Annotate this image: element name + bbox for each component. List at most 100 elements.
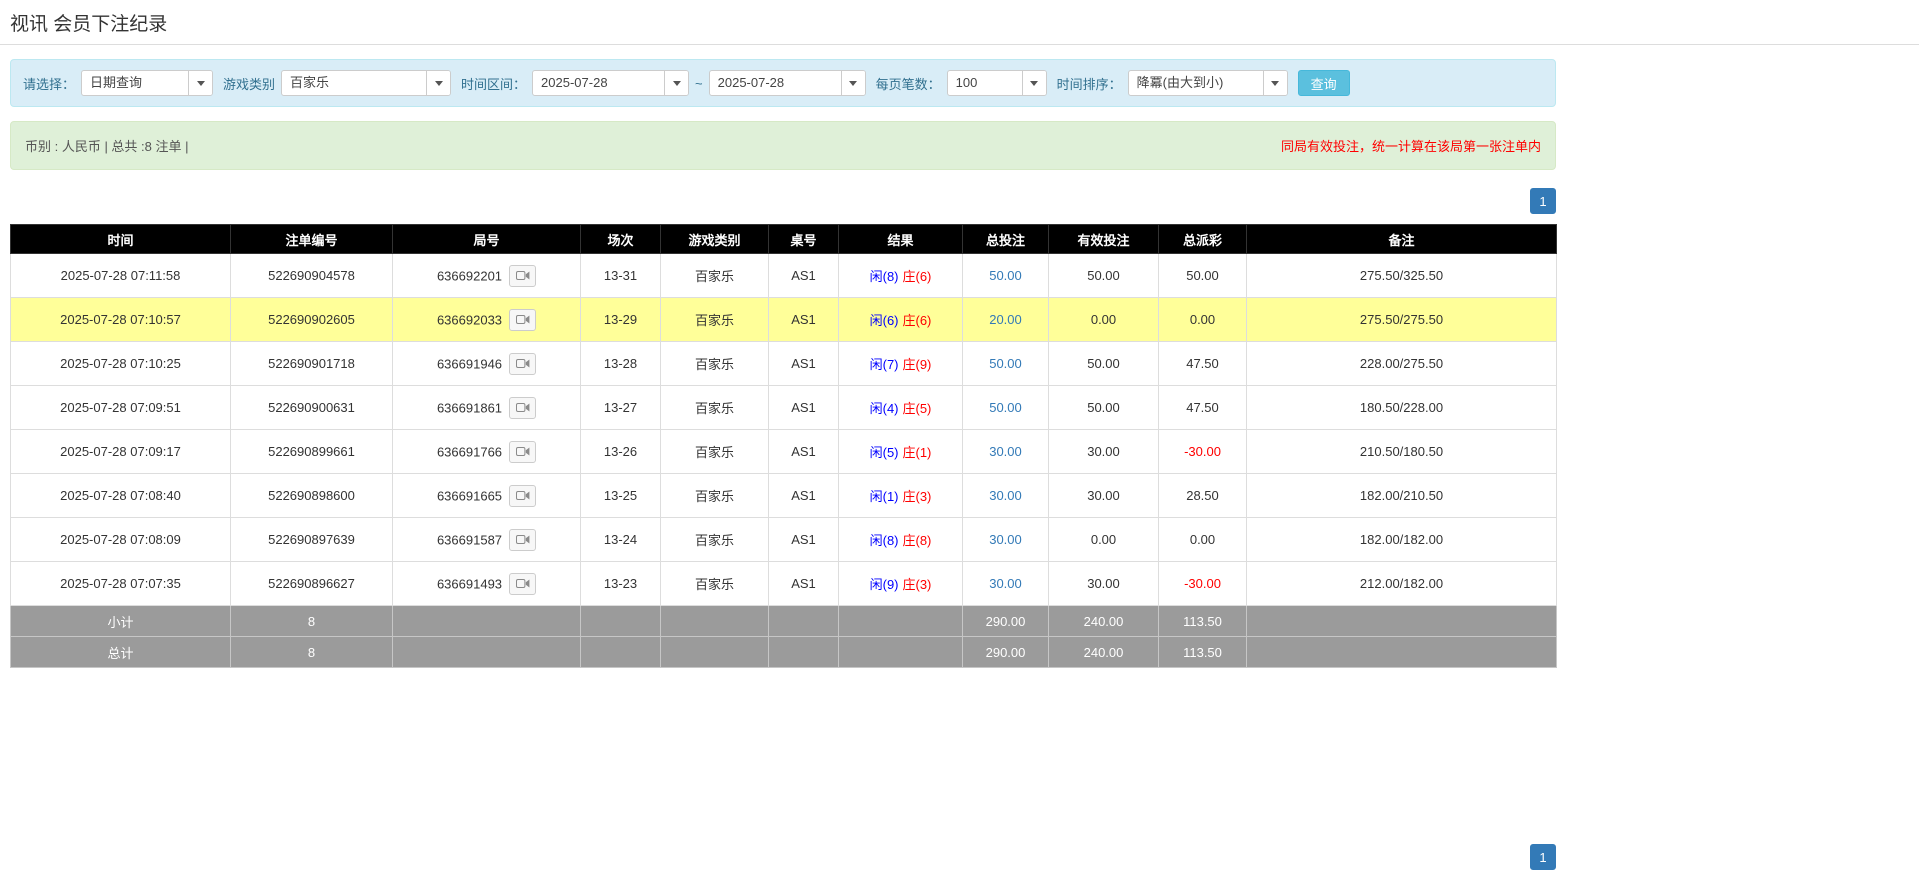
query-type-select[interactable]: 日期查询 [81,70,213,96]
subtotal-row: 小计8290.00240.00113.50 [11,606,1557,637]
total-bet-link[interactable]: 30.00 [989,488,1022,503]
cell-total-bet: 30.00 [963,562,1049,606]
round-number: 636691493 [437,576,502,591]
footer-empty [769,606,839,637]
result-player: 闲(8) [870,269,899,284]
footer-count: 8 [231,637,393,668]
footer-total-bet: 290.00 [963,637,1049,668]
date-to-picker[interactable]: 2025-07-28 [709,70,866,96]
video-replay-button[interactable] [509,485,536,507]
col-header-total-bet: 总投注 [963,225,1049,254]
cell-session: 13-29 [581,298,661,342]
query-type-caret-button[interactable] [188,71,212,95]
filter-label-range: 时间区间： [461,74,526,93]
cell-table-no: AS1 [769,474,839,518]
cell-result: 闲(5)庄(1) [839,430,963,474]
footer-total-bet: 290.00 [963,606,1049,637]
video-camera-icon [516,402,530,413]
video-replay-button[interactable] [509,573,536,595]
search-button[interactable]: 查询 [1298,70,1350,96]
date-from-picker[interactable]: 2025-07-28 [532,70,689,96]
video-replay-button[interactable] [509,265,536,287]
cell-bet-id: 522690900631 [231,386,393,430]
date-to-caret-button[interactable] [841,71,865,95]
cell-session: 13-31 [581,254,661,298]
cell-time: 2025-07-28 07:09:51 [11,386,231,430]
total-bet-link[interactable]: 50.00 [989,268,1022,283]
page-1-button[interactable]: 1 [1530,188,1556,214]
time-sort-caret-button[interactable] [1263,71,1287,95]
cell-result: 闲(7)庄(9) [839,342,963,386]
total-bet-link[interactable]: 50.00 [989,400,1022,415]
page-1-button-bottom[interactable]: 1 [1530,844,1556,870]
cell-payout: 0.00 [1159,298,1247,342]
game-type-caret-button[interactable] [426,71,450,95]
result-banker: 庄(3) [903,489,932,504]
result-banker: 庄(6) [903,269,932,284]
date-from-caret-button[interactable] [664,71,688,95]
per-page-caret-button[interactable] [1022,71,1046,95]
cell-round: 636691665 [393,474,581,518]
cell-valid-bet: 50.00 [1049,386,1159,430]
cell-round: 636692033 [393,298,581,342]
cell-payout: 47.50 [1159,342,1247,386]
cell-result: 闲(6)庄(6) [839,298,963,342]
cell-valid-bet: 0.00 [1049,518,1159,562]
total-bet-link[interactable]: 50.00 [989,356,1022,371]
cell-game: 百家乐 [661,342,769,386]
video-replay-button[interactable] [509,397,536,419]
game-type-select[interactable]: 百家乐 [281,70,451,96]
cell-total-bet: 20.00 [963,298,1049,342]
summary-bar: 币别 : 人民币 | 总共 :8 注单 | 同局有效投注，统一计算在该局第一张注… [10,121,1556,170]
total-bet-link[interactable]: 20.00 [989,312,1022,327]
round-number: 636691946 [437,356,502,371]
footer-label: 总计 [11,637,231,668]
cell-remark: 275.50/275.50 [1247,298,1557,342]
video-camera-icon [516,446,530,457]
round-number: 636691861 [437,400,502,415]
cell-round: 636691587 [393,518,581,562]
footer-empty [1247,606,1557,637]
footer-empty [839,606,963,637]
round-number: 636692201 [437,268,502,283]
total-bet-link[interactable]: 30.00 [989,444,1022,459]
video-replay-button[interactable] [509,441,536,463]
footer-valid-bet: 240.00 [1049,606,1159,637]
table-row: 2025-07-28 07:09:17522690899661636691766… [11,430,1557,474]
chevron-down-icon [1030,81,1038,86]
time-sort-select[interactable]: 降冪(由大到小) [1128,70,1288,96]
cell-bet-id: 522690898600 [231,474,393,518]
total-bet-link[interactable]: 30.00 [989,532,1022,547]
cell-table-no: AS1 [769,518,839,562]
filter-label-game: 游戏类别 [223,74,275,93]
cell-table-no: AS1 [769,386,839,430]
per-page-select[interactable]: 100 [947,70,1047,96]
cell-table-no: AS1 [769,342,839,386]
cell-payout: 50.00 [1159,254,1247,298]
footer-label: 小计 [11,606,231,637]
cell-valid-bet: 30.00 [1049,474,1159,518]
col-header-session: 场次 [581,225,661,254]
cell-remark: 210.50/180.50 [1247,430,1557,474]
result-player: 闲(4) [870,401,899,416]
video-replay-button[interactable] [509,353,536,375]
result-player: 闲(7) [870,357,899,372]
cell-bet-id: 522690904578 [231,254,393,298]
table-row: 2025-07-28 07:11:58522690904578636692201… [11,254,1557,298]
pagination-bottom: 1 [10,844,1556,870]
table-row: 2025-07-28 07:09:51522690900631 636691861… [11,386,1557,430]
cell-session: 13-28 [581,342,661,386]
video-replay-button[interactable] [509,529,536,551]
video-camera-icon [516,270,530,281]
video-replay-button[interactable] [509,309,536,331]
chevron-down-icon [849,81,857,86]
result-banker: 庄(8) [903,533,932,548]
cell-result: 闲(4)庄(5) [839,386,963,430]
result-player: 闲(1) [870,489,899,504]
cell-bet-id: 522690899661 [231,430,393,474]
cell-total-bet: 50.00 [963,342,1049,386]
total-bet-link[interactable]: 30.00 [989,576,1022,591]
cell-payout: 28.50 [1159,474,1247,518]
table-row: 2025-07-28 07:08:40522690898600636691665… [11,474,1557,518]
cell-session: 13-26 [581,430,661,474]
